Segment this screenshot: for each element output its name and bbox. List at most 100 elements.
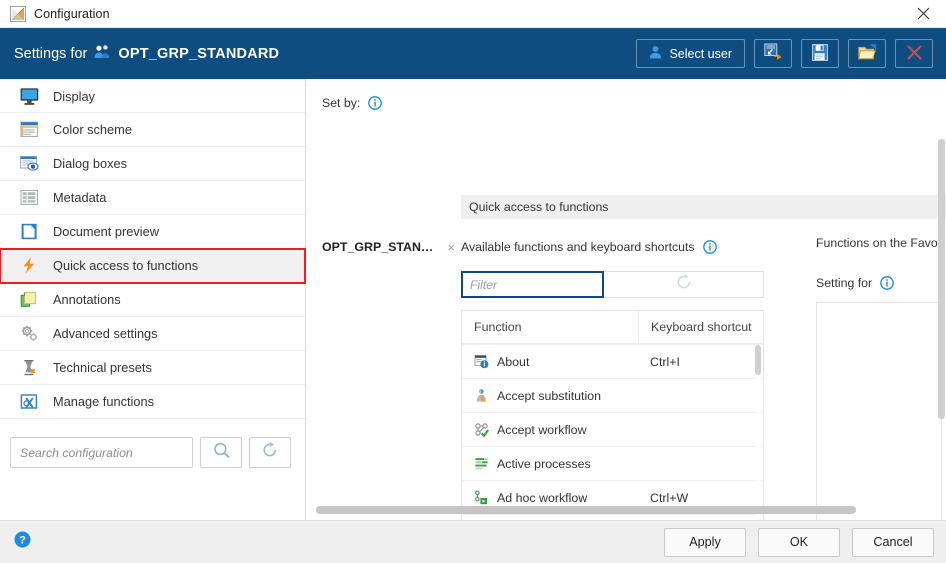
sidebar-item-quick-access-to-functions[interactable]: Quick access to functions xyxy=(0,248,306,284)
function-name-cell: About xyxy=(462,354,638,370)
favorites-title: Functions on the Favo xyxy=(816,236,938,250)
filter-input[interactable] xyxy=(461,271,604,298)
sidebar-item-technical-presets[interactable]: Technical presets xyxy=(0,351,305,385)
sidebar-search-row xyxy=(10,437,291,468)
setting-for-label: Setting for xyxy=(816,276,873,290)
available-functions-column: Available functions and keyboard shortcu… xyxy=(461,236,772,520)
group-tab-column: OPT_GRP_STAN… × xyxy=(306,236,461,520)
select-user-label: Select user xyxy=(669,46,732,61)
sidebar-item-color-scheme[interactable]: Color scheme xyxy=(0,113,305,147)
close-settings-button[interactable] xyxy=(895,39,933,68)
main-panel-hscrollbar[interactable] xyxy=(316,506,934,514)
sidebar-item-advanced-settings[interactable]: Advanced settings xyxy=(0,317,305,351)
save-button[interactable] xyxy=(801,39,839,68)
transfer-buttons-column: → ← xyxy=(772,236,816,520)
active-processes-icon xyxy=(473,456,489,472)
sidebar-item-label: Advanced settings xyxy=(53,326,158,341)
settings-header-title: Settings for OPT_GRP_STANDARD xyxy=(14,44,279,63)
info-icon[interactable] xyxy=(880,276,894,290)
group-tab-label: OPT_GRP_STAN… xyxy=(322,240,434,254)
sidebar-item-metadata[interactable]: Metadata xyxy=(0,181,305,215)
table-row[interactable]: Add attachment xyxy=(462,514,763,520)
main-panel-scrollbar[interactable] xyxy=(938,139,945,520)
group-name: OPT_GRP_STANDARD xyxy=(118,45,280,62)
table-row[interactable]: Accept substitution xyxy=(462,378,763,412)
functions-table: Function Keyboard shortcut About Ctrl+I … xyxy=(461,310,764,520)
function-name: Ad hoc workflow xyxy=(497,490,588,505)
scrollbar-thumb[interactable] xyxy=(938,139,945,419)
scrollbar-thumb[interactable] xyxy=(755,345,761,375)
sidebar-item-label: Manage functions xyxy=(53,394,155,409)
reset-search-button[interactable] xyxy=(249,437,291,468)
user-icon xyxy=(649,45,662,62)
ad-hoc-workflow-icon xyxy=(473,490,489,506)
import-export-icon xyxy=(763,43,783,64)
favorites-column: Functions on the Favo Setting for xyxy=(816,236,946,520)
filter-row xyxy=(461,271,772,298)
window-title: Configuration xyxy=(34,6,110,21)
function-name-cell: Accept substitution xyxy=(462,388,638,404)
users-group-icon xyxy=(94,44,111,63)
available-functions-title: Available functions and keyboard shortcu… xyxy=(461,240,695,254)
sidebar-item-label: Metadata xyxy=(53,190,107,205)
monitor-icon xyxy=(18,85,40,107)
cancel-button[interactable]: Cancel xyxy=(852,527,934,557)
header-actions: Select user xyxy=(636,39,933,68)
main-panel: Set by: Quick access to functions OPT_GR… xyxy=(306,79,946,520)
column-header-function[interactable]: Function xyxy=(462,311,638,343)
document-icon xyxy=(18,221,40,243)
function-name: Accept substitution xyxy=(497,388,602,403)
ok-button[interactable]: OK xyxy=(758,527,840,557)
apply-button[interactable]: Apply xyxy=(664,527,746,557)
sidebar-item-manage-functions[interactable]: Manage functions xyxy=(0,385,305,419)
column-header-keyboard-shortcut[interactable]: Keyboard shortcut xyxy=(638,311,763,343)
function-name: About xyxy=(497,354,530,369)
functions-table-head: Function Keyboard shortcut xyxy=(462,311,763,343)
function-name: Accept workflow xyxy=(497,422,587,437)
keyboard-shortcut-cell: Ctrl+I xyxy=(650,354,680,369)
help-icon[interactable]: ? xyxy=(14,531,31,553)
search-input[interactable] xyxy=(10,437,193,468)
table-row[interactable]: About Ctrl+I xyxy=(462,344,763,378)
configuration-icon xyxy=(10,5,26,22)
group-tab[interactable]: OPT_GRP_STAN… × xyxy=(306,236,461,258)
sidebar-item-label: Quick access to functions xyxy=(53,258,199,273)
search-button[interactable] xyxy=(200,437,242,468)
scrollbar-thumb[interactable] xyxy=(316,506,856,514)
svg-text:?: ? xyxy=(19,535,26,547)
select-user-button[interactable]: Select user xyxy=(636,39,745,68)
dialog-body: Display Color scheme Dialog boxes Metada… xyxy=(0,79,946,520)
sidebar-item-label: Display xyxy=(53,88,95,104)
sidebar-item-annotations[interactable]: Annotations xyxy=(0,283,305,317)
sidebar-item-label: Technical presets xyxy=(53,360,152,375)
functions-table-scrollbar[interactable] xyxy=(755,345,761,520)
import-export-button[interactable] xyxy=(754,39,792,68)
favorites-setting-for-row: Setting for xyxy=(816,276,946,290)
color-scheme-icon xyxy=(18,119,40,141)
sidebar-list: Display Color scheme Dialog boxes Metada… xyxy=(0,79,306,419)
table-row[interactable]: Accept workflow xyxy=(462,412,763,446)
settings-sidebar: Display Color scheme Dialog boxes Metada… xyxy=(0,79,306,520)
magnifier-icon xyxy=(212,441,231,465)
filter-reset-button[interactable] xyxy=(604,271,764,298)
lightning-bolt-icon xyxy=(18,255,40,277)
group-tab-close-icon[interactable]: × xyxy=(447,240,455,255)
window-close-button[interactable] xyxy=(900,0,946,28)
function-name: Active processes xyxy=(497,456,591,471)
content-columns: OPT_GRP_STAN… × Available functions and … xyxy=(306,236,946,520)
manage-functions-icon xyxy=(18,391,40,413)
open-folder-button[interactable] xyxy=(848,39,886,68)
info-icon[interactable] xyxy=(368,96,383,110)
sidebar-item-dialog-boxes[interactable]: Dialog boxes xyxy=(0,147,305,181)
section-band-label: Quick access to functions xyxy=(469,200,609,214)
table-row[interactable]: Active processes xyxy=(462,446,763,480)
info-icon[interactable] xyxy=(702,240,717,254)
accept-substitution-icon xyxy=(473,388,489,404)
sidebar-item-display[interactable]: Display xyxy=(0,79,305,113)
about-info-icon xyxy=(473,354,489,370)
os-titlebar: Configuration xyxy=(0,0,946,28)
settings-header: Settings for OPT_GRP_STANDARD Select use… xyxy=(0,28,946,79)
metadata-grid-icon xyxy=(18,187,40,209)
sidebar-item-document-preview[interactable]: Document preview xyxy=(0,215,305,249)
favorites-list[interactable] xyxy=(816,302,942,520)
